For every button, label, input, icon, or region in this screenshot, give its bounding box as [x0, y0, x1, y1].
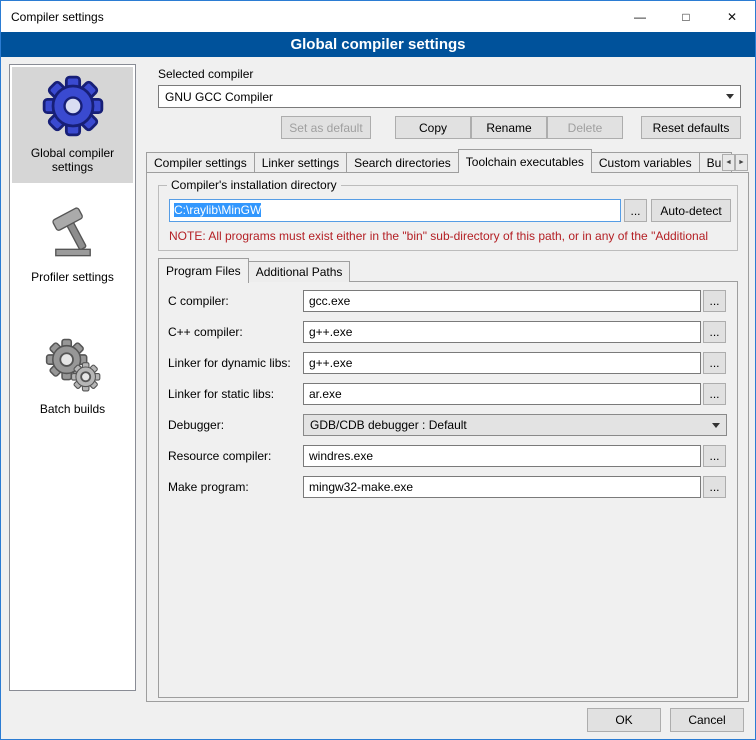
- field-label: Debugger:: [168, 414, 224, 437]
- tab-scroll-left-icon[interactable]: ◄: [722, 154, 735, 171]
- selected-compiler-label: Selected compiler: [158, 67, 253, 81]
- cancel-button[interactable]: Cancel: [670, 708, 744, 732]
- browse-button[interactable]: ...: [703, 476, 726, 498]
- installation-directory-input[interactable]: C:\raylib\MinGW: [169, 199, 621, 222]
- blue-gear-icon: [41, 74, 105, 138]
- compiler-select-value: GNU GCC Compiler: [165, 90, 720, 104]
- maximize-button[interactable]: □: [663, 1, 709, 32]
- tab-search-directories[interactable]: Search directories: [346, 152, 459, 173]
- field-row-make-program: Make program: ...: [158, 476, 738, 499]
- browse-button[interactable]: ...: [703, 352, 726, 374]
- c-compiler-input[interactable]: [303, 290, 701, 312]
- rename-button[interactable]: Rename: [471, 116, 547, 139]
- page-title: Global compiler settings: [1, 32, 755, 57]
- debugger-select-value: GDB/CDB debugger : Default: [310, 418, 706, 432]
- field-label: Linker for static libs:: [168, 383, 274, 406]
- compiler-select[interactable]: GNU GCC Compiler: [158, 85, 741, 108]
- close-button[interactable]: ✕: [709, 1, 755, 32]
- copy-button[interactable]: Copy: [395, 116, 471, 139]
- field-row-cpp-compiler: C++ compiler: ...: [158, 321, 738, 344]
- set-as-default-button[interactable]: Set as default: [281, 116, 371, 139]
- installation-directory-group: Compiler's installation directory C:\ray…: [158, 185, 738, 251]
- ok-button[interactable]: OK: [587, 708, 661, 732]
- field-label: Resource compiler:: [168, 445, 271, 468]
- chevron-down-icon: [726, 94, 734, 99]
- browse-button[interactable]: ...: [703, 290, 726, 312]
- field-label: Make program:: [168, 476, 249, 499]
- installation-directory-value: C:\raylib\MinGW: [174, 203, 261, 217]
- sidebar-item-profiler-settings[interactable]: Profiler settings: [12, 197, 133, 293]
- reset-defaults-button[interactable]: Reset defaults: [641, 116, 741, 139]
- tab-scroll-right-icon[interactable]: ►: [735, 154, 748, 171]
- sidebar-item-label: Global compiler settings: [14, 146, 131, 174]
- tab-program-files[interactable]: Program Files: [158, 258, 249, 283]
- caption-buttons: — □ ✕: [617, 1, 755, 32]
- sidebar-item-global-compiler-settings[interactable]: Global compiler settings: [12, 67, 133, 183]
- sidebar-item-label: Batch builds: [40, 402, 105, 416]
- field-label: C compiler:: [168, 290, 229, 313]
- browse-directory-button[interactable]: ...: [624, 199, 647, 222]
- tab-linker-settings[interactable]: Linker settings: [254, 152, 347, 173]
- browse-button[interactable]: ...: [703, 445, 726, 467]
- gray-gears-icon: [44, 336, 102, 394]
- tab-custom-variables[interactable]: Custom variables: [591, 152, 700, 173]
- browse-button[interactable]: ...: [703, 383, 726, 405]
- chevron-down-icon: [712, 423, 720, 428]
- field-row-linker-dynamic: Linker for dynamic libs: ...: [158, 352, 738, 375]
- field-label: C++ compiler:: [168, 321, 243, 344]
- tab-additional-paths[interactable]: Additional Paths: [248, 261, 351, 282]
- sidebar-item-label: Profiler settings: [31, 270, 114, 284]
- hammer-icon: [44, 204, 102, 262]
- auto-detect-button[interactable]: Auto-detect: [651, 199, 731, 222]
- field-label: Linker for dynamic libs:: [168, 352, 291, 375]
- sidebar: Global compiler settings Profiler settin…: [9, 64, 136, 691]
- tab-compiler-settings[interactable]: Compiler settings: [146, 152, 255, 173]
- resource-compiler-input[interactable]: [303, 445, 701, 467]
- titlebar[interactable]: Compiler settings — □ ✕: [1, 1, 755, 32]
- field-row-linker-static: Linker for static libs: ...: [158, 383, 738, 406]
- linker-dynamic-input[interactable]: [303, 352, 701, 374]
- make-program-input[interactable]: [303, 476, 701, 498]
- field-row-resource-compiler: Resource compiler: ...: [158, 445, 738, 468]
- browse-button[interactable]: ...: [703, 321, 726, 343]
- installation-directory-label: Compiler's installation directory: [167, 178, 341, 192]
- tab-toolchain-executables[interactable]: Toolchain executables: [458, 149, 592, 173]
- settings-tab-strip: Compiler settings Linker settings Search…: [146, 148, 749, 173]
- delete-button[interactable]: Delete: [547, 116, 623, 139]
- linker-static-input[interactable]: [303, 383, 701, 405]
- window-title: Compiler settings: [1, 10, 104, 24]
- minimize-button[interactable]: —: [617, 1, 663, 32]
- compiler-settings-dialog: Compiler settings — □ ✕ Global compiler …: [0, 0, 756, 740]
- field-row-c-compiler: C compiler: ...: [158, 290, 738, 313]
- debugger-select[interactable]: GDB/CDB debugger : Default: [303, 414, 727, 436]
- bin-subdirectory-note: NOTE: All programs must exist either in …: [169, 229, 735, 243]
- sidebar-item-batch-builds[interactable]: Batch builds: [12, 329, 133, 425]
- cpp-compiler-input[interactable]: [303, 321, 701, 343]
- program-files-tab-strip: Program Files Additional Paths: [158, 258, 350, 282]
- field-row-debugger: Debugger: GDB/CDB debugger : Default: [158, 414, 738, 437]
